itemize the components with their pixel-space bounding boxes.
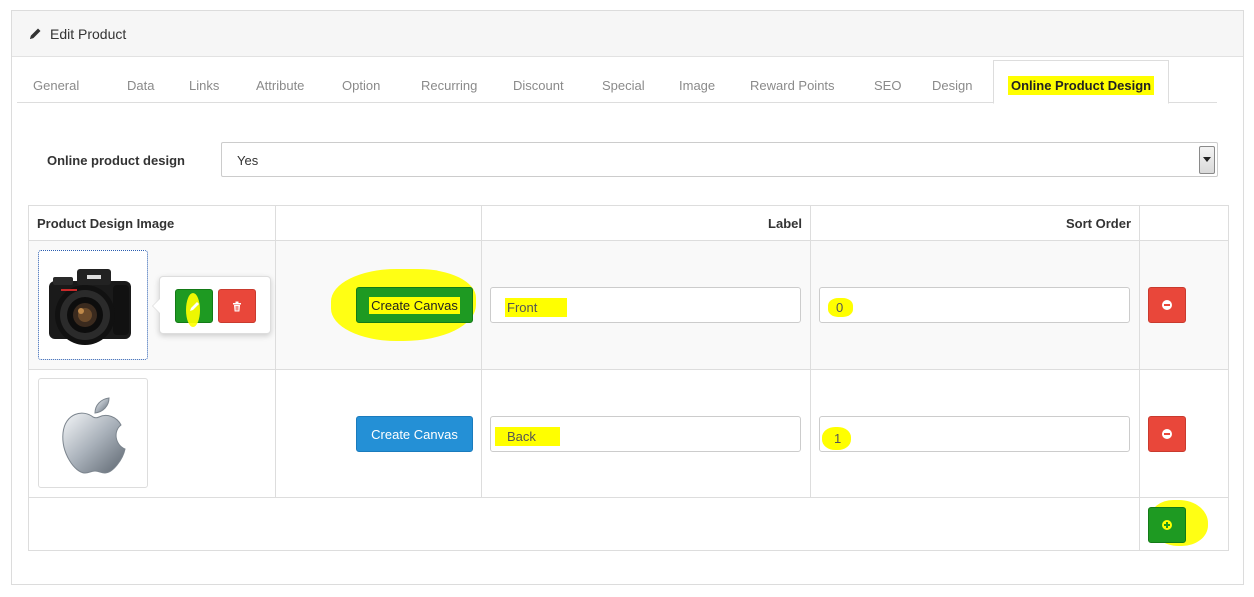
tab-discount[interactable]: Discount (513, 78, 564, 93)
camera-image[interactable] (38, 250, 148, 360)
tab-online-product-design[interactable]: Online Product Design (993, 60, 1170, 104)
header-product-design-image: Product Design Image (28, 205, 276, 241)
create-canvas-button[interactable]: Create Canvas (356, 287, 473, 323)
minus-circle-icon (1162, 429, 1172, 439)
online-design-select-value: Yes (237, 153, 259, 168)
label-input[interactable]: Back (490, 416, 801, 452)
chevron-down-icon[interactable] (1199, 146, 1215, 174)
header-sort-order: Sort Order (810, 205, 1140, 241)
create-canvas-label: Create Canvas (371, 426, 458, 442)
remove-row-button[interactable] (1148, 416, 1186, 452)
header-actions (1139, 205, 1229, 241)
table-row: Create Canvas Back 1 (28, 369, 1229, 498)
label-input-value: Back (495, 427, 560, 446)
table-header-row: Product Design Image Label Sort Order (28, 205, 1229, 241)
header-label: Label (481, 205, 811, 241)
sort-order-value: 0 (828, 298, 854, 317)
label-input[interactable]: Front (490, 287, 801, 323)
canvas-cell: Create Canvas (275, 369, 482, 498)
online-design-label: Online product design (47, 153, 185, 168)
tab-reward-points[interactable]: Reward Points (750, 78, 835, 93)
table-footer-row (28, 497, 1229, 551)
tab-special[interactable]: Special (602, 78, 645, 93)
sort-cell: 1 (810, 369, 1140, 498)
image-actions-popover (152, 276, 271, 334)
create-canvas-button[interactable]: Create Canvas (356, 416, 473, 452)
tab-seo[interactable]: SEO (874, 78, 901, 93)
tab-links[interactable]: Links (189, 78, 219, 93)
remove-cell (1139, 240, 1229, 370)
remove-row-button[interactable] (1148, 287, 1186, 323)
image-cell (28, 369, 276, 498)
add-row-button[interactable] (1148, 507, 1186, 543)
popover-caret (152, 298, 160, 314)
panel-heading: Edit Product (12, 11, 1243, 57)
edit-image-button[interactable] (175, 289, 213, 327)
image-cell (28, 240, 276, 370)
sort-cell: 0 (810, 240, 1140, 370)
tab-attribute[interactable]: Attribute (256, 78, 304, 93)
label-cell: Front (481, 240, 811, 370)
remove-cell (1139, 369, 1229, 498)
tab-online-product-design-label: Online Product Design (1008, 76, 1155, 95)
panel-title: Edit Product (50, 25, 127, 42)
plus-circle-icon (1162, 520, 1172, 530)
table-row: Create Canvas Front 0 (28, 240, 1229, 370)
sort-order-input[interactable]: 1 (819, 416, 1130, 452)
tab-option[interactable]: Option (342, 78, 380, 93)
tab-general[interactable]: General (33, 78, 79, 93)
header-blank (275, 205, 482, 241)
apple-logo-image[interactable] (38, 378, 148, 488)
footer-blank-cell (28, 497, 1140, 551)
pencil-icon (29, 27, 42, 40)
online-design-select[interactable]: Yes (221, 142, 1218, 177)
minus-circle-icon (1162, 300, 1172, 310)
label-input-value: Front (505, 298, 568, 317)
tab-data[interactable]: Data (127, 78, 154, 93)
design-image-table: Product Design Image Label Sort Order Cr… (28, 205, 1229, 551)
pencil-icon (189, 301, 199, 311)
add-cell (1139, 497, 1229, 551)
create-canvas-label: Create Canvas (369, 296, 460, 314)
label-cell: Back (481, 369, 811, 498)
sort-order-input[interactable]: 0 (819, 287, 1130, 323)
tab-image[interactable]: Image (679, 78, 715, 93)
tab-bar: General Data Links Attribute Option Recu… (17, 60, 1217, 104)
trash-icon (233, 301, 241, 311)
canvas-cell: Create Canvas (275, 240, 482, 370)
tab-recurring[interactable]: Recurring (421, 78, 477, 93)
online-design-row: Online product design Yes (17, 142, 1218, 178)
delete-image-button[interactable] (218, 289, 256, 323)
sort-order-value: 1 (822, 427, 852, 450)
tab-design[interactable]: Design (932, 78, 972, 93)
